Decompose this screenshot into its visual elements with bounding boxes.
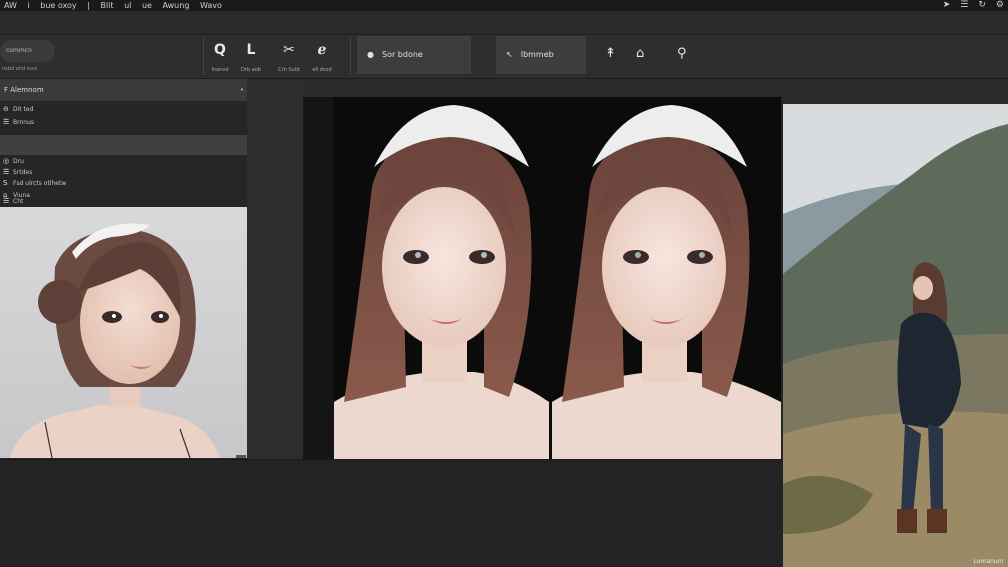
arrow-up-icon[interactable]: ↟ [605, 46, 616, 62]
app-logo: AW [4, 1, 17, 10]
tab-strip [0, 11, 1008, 35]
menu-item[interactable]: Awung [162, 1, 189, 10]
thumbnail-portrait-image [10, 223, 220, 458]
panel-header[interactable]: F Alemnom • [0, 79, 247, 101]
panel-item-label: Cht [13, 198, 24, 205]
tool-label: ell dvsd [312, 67, 332, 73]
tool-label: Crh Sutb [278, 67, 300, 73]
record-icon: ● [367, 50, 374, 59]
tool-label: Drb aob [241, 67, 261, 73]
panel-item-label: Brnnus [13, 119, 35, 126]
effects-icon: ℯ [317, 42, 327, 58]
panel-item[interactable]: ⊖ Dit ted [0, 103, 247, 116]
landscape-preview[interactable]: Lemanunr [783, 104, 1008, 567]
title-bar: AW i bue oxoy | Blit ul ue Awung Wavo ➤ … [0, 0, 1008, 11]
cursor-icon: ↖ [506, 50, 513, 59]
list-icon: ☰ [3, 197, 10, 205]
menu-item[interactable]: ul [124, 1, 131, 10]
tool-drb-button[interactable]: L Drb aob [237, 35, 265, 77]
menu-item[interactable]: bue oxoy [40, 1, 76, 10]
search-input[interactable]: commcn [0, 40, 55, 62]
panel-title: F Alemnom [4, 86, 44, 94]
menu-item[interactable]: ue [142, 1, 152, 10]
main-canvas[interactable] [334, 97, 781, 459]
panel-item-selected[interactable] [0, 135, 247, 155]
resize-grip[interactable] [236, 455, 246, 458]
panel-item-label: Srtdes [13, 169, 33, 176]
search-hint: nsbd ahd ssvs [2, 66, 38, 72]
preview-header [783, 79, 1008, 104]
menu-separator: | [87, 1, 90, 10]
secondary-action-label: Ibmmeb [520, 50, 554, 59]
refresh-icon[interactable]: ↻ [978, 0, 986, 11]
tool-ell-button[interactable]: ℯ ell dvsd [308, 35, 336, 77]
primary-action-button[interactable]: ● Sor bdone [357, 36, 471, 74]
canvas-ruler [303, 79, 783, 97]
menu-item[interactable]: Blit [100, 1, 113, 10]
image-editor-app: AW i bue oxoy | Blit ul ue Awung Wavo ➤ … [0, 0, 1008, 567]
search-icon[interactable]: ⚲ [677, 46, 687, 62]
canvas-margin [303, 97, 334, 459]
toolbar-divider [350, 37, 351, 75]
thumbnail-preview[interactable] [0, 207, 247, 458]
canvas-portrait-image [334, 97, 781, 459]
panel-item-label: Fsd ulrcts otlhetw [13, 180, 67, 187]
preview-caption: Lemanunr [973, 558, 1004, 565]
scissors-icon: ✂ [283, 42, 295, 58]
home-icon[interactable]: ⌂ [636, 46, 644, 62]
secondary-action-button[interactable]: ↖ Ibmmeb [496, 36, 586, 74]
panel-item[interactable]: ☰ Brnnus [0, 116, 247, 129]
crop-icon: L [246, 42, 256, 58]
tool-inanvd-button[interactable]: Q Inanvd [206, 35, 234, 77]
panel-gutter [247, 79, 303, 459]
menu-item[interactable]: i [28, 1, 30, 10]
magnify-icon: Q [214, 42, 226, 58]
primary-action-label: Sor bdone [381, 50, 423, 59]
menu-icon[interactable]: ☰ [960, 0, 968, 11]
layers-panel: F Alemnom • ⊖ Dit ted ☰ Brnnus ◎ Dru ☰ Srtde… [0, 79, 247, 207]
settings-icon[interactable]: ⚙ [996, 0, 1004, 11]
chevron-down-icon[interactable]: • [240, 79, 244, 101]
panel-item[interactable]: ☰ Cht [0, 195, 247, 207]
tool-cut-button[interactable]: ✂ Crh Sutb [275, 35, 303, 77]
landscape-photo [783, 104, 1008, 567]
menu-item[interactable]: Wavo [200, 1, 222, 10]
panel-item-label: Dru [13, 158, 24, 165]
panel-item-label: Dit ted [13, 106, 34, 113]
timeline-panel [0, 459, 783, 567]
layer-icon: ⊖ [3, 105, 9, 113]
tool-label: Inanvd [211, 67, 229, 73]
main-toolbar: commcn nsbd ahd ssvs Q Inanvd L Drb aob … [0, 35, 1008, 79]
arrow-icon[interactable]: ➤ [943, 0, 951, 11]
window-controls: ➤ ☰ ↻ ⚙ [943, 0, 1004, 11]
list-icon: ☰ [3, 118, 10, 126]
toolbar-divider [203, 37, 204, 75]
